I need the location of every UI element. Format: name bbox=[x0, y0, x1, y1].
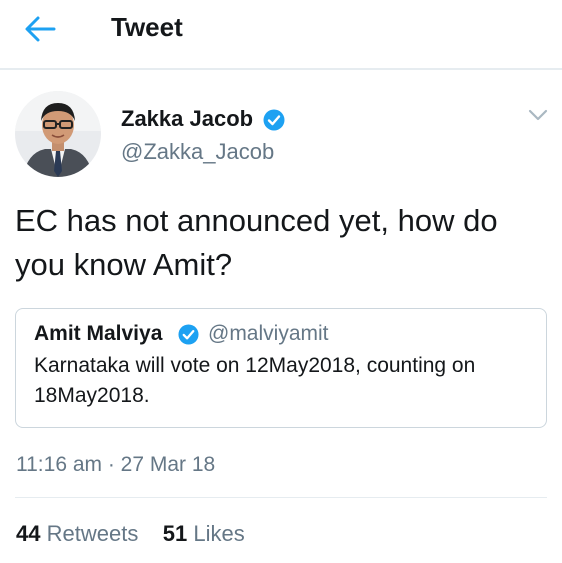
likes-stat[interactable]: 51 Likes bbox=[163, 521, 245, 546]
quoted-tweet-text: Karnataka will vote on 12May2018, counti… bbox=[34, 354, 476, 407]
chevron-down-icon[interactable] bbox=[527, 107, 549, 123]
verified-badge-icon bbox=[178, 324, 199, 345]
quoted-author-handle: @malviyamit bbox=[208, 322, 329, 345]
retweets-label: Retweets bbox=[46, 521, 139, 546]
likes-label: Likes bbox=[193, 521, 245, 546]
page-title: Tweet bbox=[111, 12, 183, 42]
quoted-author-name: Amit Malviya bbox=[34, 322, 163, 345]
tweet-text: EC has not announced yet, how do you kno… bbox=[15, 203, 498, 282]
retweets-count: 44 bbox=[16, 521, 41, 546]
verified-badge-icon bbox=[263, 109, 285, 131]
tweet-timestamp: 11:16 am · 27 Mar 18 bbox=[16, 453, 216, 476]
top-bar: Tweet bbox=[0, 0, 562, 70]
divider bbox=[15, 497, 547, 498]
author-handle[interactable]: @Zakka_Jacob bbox=[121, 139, 274, 165]
likes-count: 51 bbox=[162, 521, 188, 546]
quoted-tweet[interactable]: Amit Malviya @malviyamit Karnataka will … bbox=[15, 308, 547, 428]
arrow-left-icon bbox=[25, 16, 56, 42]
back-button[interactable] bbox=[22, 14, 58, 44]
retweets-stat[interactable]: 44 Retweets bbox=[16, 521, 138, 546]
tweet-stats: 44 Retweets 51 Likes bbox=[16, 521, 245, 547]
avatar[interactable] bbox=[15, 91, 101, 177]
author-name[interactable]: Zakka Jacob bbox=[121, 106, 253, 132]
